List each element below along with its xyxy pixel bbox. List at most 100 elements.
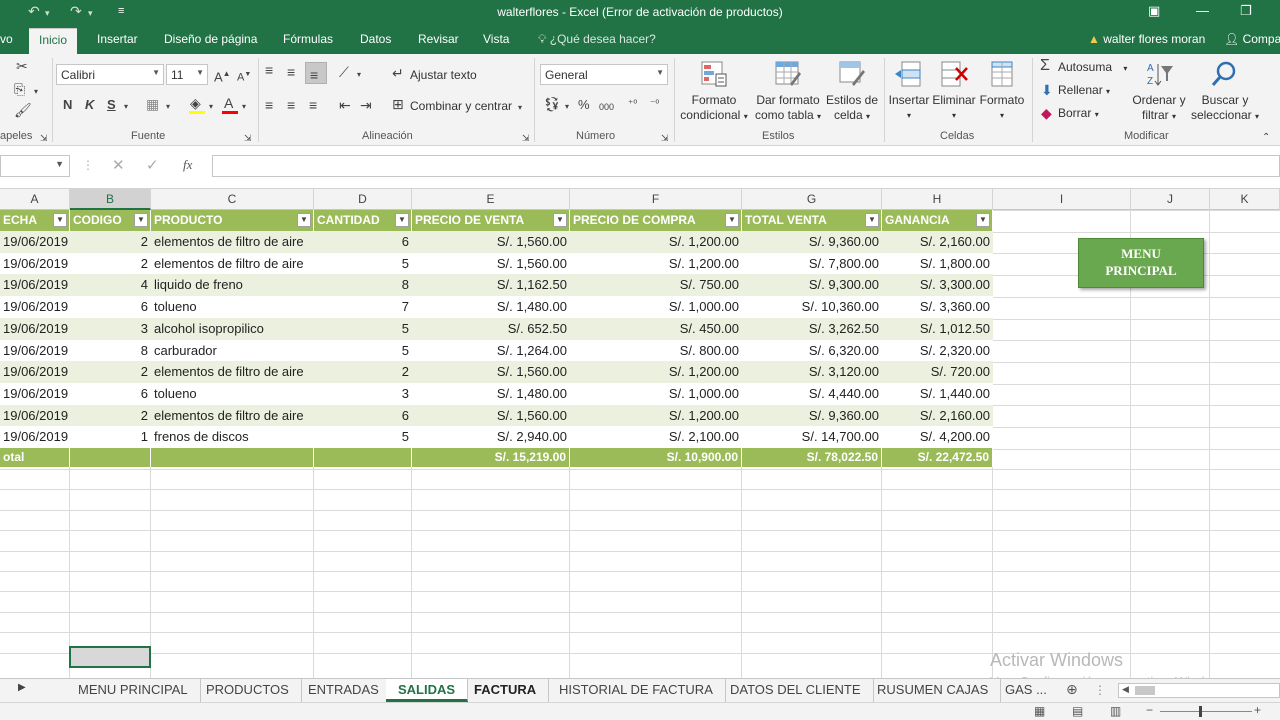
scrollbar-thumb[interactable]	[1135, 686, 1155, 695]
table-cell[interactable]: 19/06/2019	[0, 274, 70, 295]
table-cell[interactable]: 5	[314, 253, 412, 274]
tab-data[interactable]: Datos	[360, 32, 391, 46]
copy-icon[interactable]: ⎘	[14, 81, 25, 97]
table-cell[interactable]: S/. 4,200.00	[882, 426, 993, 447]
table-cell[interactable]: elementos de filtro de aire	[151, 405, 314, 426]
filter-dropdown-icon[interactable]: ▼	[297, 213, 311, 227]
orientation-dropdown-icon[interactable]: ▾	[357, 67, 361, 83]
scroll-tabs-right-icon[interactable]: ▶	[18, 682, 26, 693]
table-cell[interactable]: 6	[314, 231, 412, 252]
table-cell[interactable]: S/. 3,360.00	[882, 296, 993, 317]
horizontal-scrollbar[interactable]: ◀	[1118, 683, 1280, 698]
increase-decimal-icon[interactable]: ⁺⁰	[628, 97, 637, 113]
merge-center-icon[interactable]: ⊞	[392, 96, 404, 112]
table-cell[interactable]: 6	[314, 405, 412, 426]
alignment-launcher-icon[interactable]: ⇲	[522, 130, 530, 146]
font-name-select[interactable]: Calibri ▼	[56, 64, 164, 85]
accounting-format-icon[interactable]: 💱︎	[543, 96, 561, 112]
table-cell[interactable]: S/. 1,560.00	[412, 231, 570, 252]
table-cell[interactable]: S/. 1,560.00	[412, 253, 570, 274]
table-cell[interactable]: 2	[70, 253, 151, 274]
table-cell[interactable]: S/. 4,440.00	[742, 383, 882, 404]
format-painter-icon[interactable]: 🖌︎	[14, 102, 32, 118]
format-as-table-button[interactable]: Dar formato como tabla ▾	[752, 93, 824, 124]
page-break-view-icon[interactable]: ▥	[1110, 704, 1121, 718]
zoom-out-icon[interactable]: −	[1146, 703, 1153, 717]
italic-button[interactable]: K	[85, 97, 94, 113]
number-format-select[interactable]: General ▼	[540, 64, 668, 85]
copy-dropdown-icon[interactable]: ▾	[34, 84, 38, 100]
name-box[interactable]: ▼	[0, 155, 70, 177]
table-cell[interactable]: S/. 9,360.00	[742, 231, 882, 252]
table-cell[interactable]: S/. 1,162.50	[412, 274, 570, 295]
table-cell[interactable]: 19/06/2019	[0, 361, 70, 382]
clipboard-launcher-icon[interactable]: ⇲	[40, 130, 48, 146]
column-header-a[interactable]: A	[0, 189, 70, 210]
table-cell[interactable]: S/. 1,560.00	[412, 405, 570, 426]
tab-page-layout[interactable]: Diseño de página	[164, 32, 257, 46]
tab-review[interactable]: Revisar	[418, 32, 459, 46]
table-cell[interactable]: S/. 1,200.00	[570, 405, 742, 426]
wrap-text-icon[interactable]: ↵	[392, 65, 404, 81]
table-cell[interactable]: 19/06/2019	[0, 318, 70, 339]
decrease-indent-icon[interactable]: ⇤	[339, 97, 351, 113]
table-cell[interactable]: 19/06/2019	[0, 340, 70, 361]
table-cell[interactable]: S/. 14,700.00	[742, 426, 882, 447]
number-launcher-icon[interactable]: ⇲	[661, 130, 669, 146]
share-button[interactable]: 👤︎ Compa	[1224, 32, 1280, 46]
column-header-c[interactable]: C	[151, 189, 314, 210]
fill-color-icon[interactable]: ◈	[190, 95, 201, 111]
table-cell[interactable]: 1	[70, 426, 151, 447]
format-cells-button[interactable]: Formato ▾	[978, 93, 1026, 123]
align-bottom-button[interactable]: ≡	[305, 62, 327, 84]
autosum-button[interactable]: Autosuma ▾	[1058, 60, 1127, 74]
table-cell[interactable]: S/. 2,940.00	[412, 426, 570, 447]
minimize-icon[interactable]: —	[1196, 3, 1209, 18]
table-cell[interactable]: 2	[314, 361, 412, 382]
cut-icon[interactable]: ✂	[16, 58, 28, 74]
table-cell[interactable]: elementos de filtro de aire	[151, 231, 314, 252]
font-launcher-icon[interactable]: ⇲	[244, 130, 252, 146]
sheet-tab-menu-principal[interactable]: MENU PRINCIPAL	[66, 679, 201, 702]
table-cell[interactable]: S/. 1,012.50	[882, 318, 993, 339]
table-cell[interactable]: S/. 450.00	[570, 318, 742, 339]
table-cell[interactable]: 19/06/2019	[0, 253, 70, 274]
tab-insert[interactable]: Insertar	[97, 32, 138, 46]
zoom-slider-thumb[interactable]	[1199, 706, 1202, 717]
column-header-h[interactable]: H	[882, 189, 993, 210]
clear-button[interactable]: Borrar ▾	[1058, 106, 1099, 120]
column-header-i[interactable]: I	[993, 189, 1131, 210]
table-cell[interactable]: 2	[70, 361, 151, 382]
sort-filter-button[interactable]: Ordenar y filtrar ▾	[1126, 93, 1192, 124]
collapse-ribbon-icon[interactable]: ⌃	[1262, 130, 1270, 146]
fill-button[interactable]: Rellenar ▾	[1058, 83, 1110, 97]
sheet-tab-productos[interactable]: PRODUCTOS	[194, 679, 302, 702]
font-size-select[interactable]: 11 ▼	[166, 64, 208, 85]
table-cell[interactable]: tolueno	[151, 296, 314, 317]
tab-formulas[interactable]: Fórmulas	[283, 32, 333, 46]
table-cell[interactable]: S/. 3,262.50	[742, 318, 882, 339]
percent-style-button[interactable]: %	[578, 97, 590, 113]
table-cell[interactable]: S/. 1,000.00	[570, 296, 742, 317]
table-cell[interactable]: S/. 1,440.00	[882, 383, 993, 404]
total-row-cell[interactable]: S/. 78,022.50	[742, 448, 882, 467]
table-cell[interactable]: S/. 2,100.00	[570, 426, 742, 447]
table-cell[interactable]: 2	[70, 231, 151, 252]
table-cell[interactable]: S/. 6,320.00	[742, 340, 882, 361]
cancel-icon[interactable]: ✕	[112, 156, 125, 174]
table-cell[interactable]: S/. 720.00	[882, 361, 993, 382]
column-header-g[interactable]: G	[742, 189, 882, 210]
sheet-tab-factura[interactable]: FACTURA	[462, 679, 550, 702]
zoom-slider[interactable]	[1160, 711, 1252, 712]
decrease-decimal-icon[interactable]: ⁻⁰	[650, 97, 659, 113]
sheet-tab-salidas[interactable]: SALIDAS	[386, 679, 469, 702]
cell-styles-button[interactable]: Estilos de celda ▾	[824, 93, 880, 124]
find-select-button[interactable]: Buscar y seleccionar ▾	[1190, 93, 1260, 124]
table-cell[interactable]: S/. 10,360.00	[742, 296, 882, 317]
table-cell[interactable]: S/. 800.00	[570, 340, 742, 361]
table-cell[interactable]: 5	[314, 340, 412, 361]
table-cell[interactable]: S/. 1,560.00	[412, 361, 570, 382]
table-cell[interactable]: 4	[70, 274, 151, 295]
sheet-tab-rusumen-cajas[interactable]: RUSUMEN CAJAS	[865, 679, 1002, 702]
account-user[interactable]: ▲ walter flores moran	[1088, 32, 1205, 46]
